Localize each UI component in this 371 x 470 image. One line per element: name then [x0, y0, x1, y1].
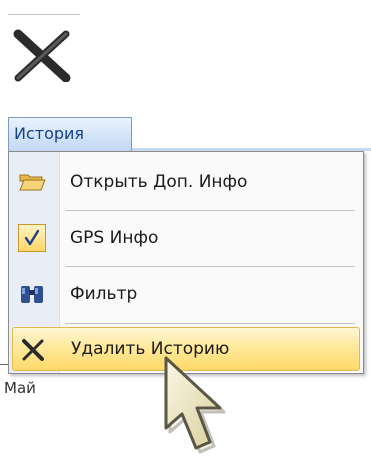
checkmark-icon [24, 229, 40, 246]
menu-item-filter[interactable]: Фильтр [12, 270, 360, 320]
menu-item-label: Фильтр [70, 284, 138, 304]
menu-item-gps-info[interactable]: GPS Инфо [12, 214, 360, 264]
menu-separator [65, 323, 355, 324]
binoculars-icon [21, 286, 43, 303]
background-text: Май [4, 379, 36, 397]
delete-x-icon [13, 29, 71, 82]
folder-open-icon [19, 174, 46, 191]
history-menu-tab[interactable]: История [8, 117, 132, 151]
mouse-cursor-icon [164, 356, 226, 454]
history-menu-tab-label: История [14, 124, 85, 143]
history-dropdown-menu: Открыть Доп. Инфо GPS Инфо Фильтр Удалит… [8, 151, 364, 374]
menu-item-label: Открыть Доп. Инфо [70, 172, 248, 192]
menu-item-label: GPS Инфо [70, 228, 159, 248]
top-divider [8, 14, 80, 15]
delete-x-icon [22, 339, 44, 361]
menu-separator [65, 266, 355, 267]
menu-separator [65, 210, 355, 211]
menu-item-open-extra-info[interactable]: Открыть Доп. Инфо [12, 158, 360, 208]
checkbox-checked [18, 224, 46, 252]
